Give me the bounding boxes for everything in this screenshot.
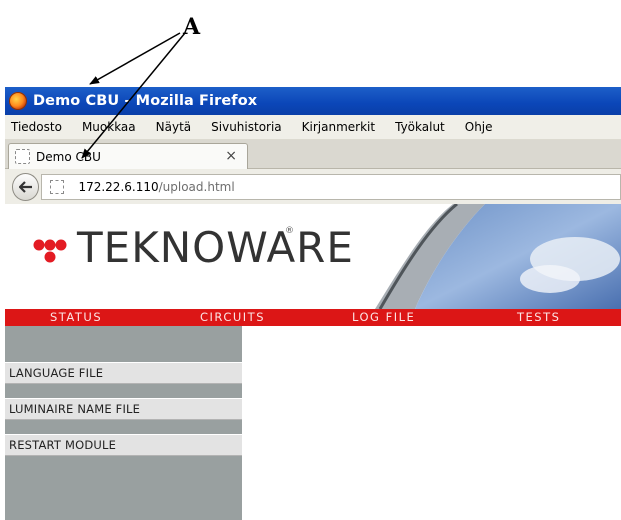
registered-mark: ®	[285, 226, 294, 236]
url-favicon-icon	[50, 180, 65, 194]
back-button[interactable]	[12, 173, 40, 201]
sidebar-item-label: LANGUAGE FILE	[9, 366, 104, 380]
logo-text: TEKNOWARE	[77, 223, 354, 272]
main-nav: STATUS CIRCUITS LOG FILE TESTS	[5, 309, 621, 326]
menu-nayta[interactable]: Näytä	[156, 120, 192, 134]
url-bar[interactable]: 172.22.6.110/upload.html	[41, 174, 621, 200]
tab-bar: Demo CBU ×	[5, 140, 621, 169]
navigation-bar: 172.22.6.110/upload.html	[5, 169, 621, 206]
menu-ohje[interactable]: Ohje	[465, 120, 493, 134]
web-page: TEKNOWARE ® STATUS CIRCUITS LOG FILE TES…	[5, 204, 621, 520]
annotation-label: A	[183, 14, 201, 40]
sidebar-item-label: RESTART MODULE	[9, 438, 117, 452]
browser-window: Demo CBU - Mozilla Firefox Tiedosto Muok…	[5, 87, 621, 520]
sidebar-item-language-file[interactable]: LANGUAGE FILE	[5, 362, 242, 384]
nav-circuits[interactable]: CIRCUITS	[200, 310, 265, 324]
sidebar-item-restart-module[interactable]: RESTART MODULE	[5, 434, 242, 456]
tab-label: Demo CBU	[36, 149, 101, 164]
sidebar-item-luminaire-name-file[interactable]: LUMINAIRE NAME FILE	[5, 398, 242, 420]
nav-log-file[interactable]: LOG FILE	[352, 310, 415, 324]
title-bar: Demo CBU - Mozilla Firefox	[5, 87, 621, 115]
firefox-icon[interactable]	[9, 92, 27, 110]
back-arrow-icon	[18, 181, 32, 193]
url-host: 172.22.6.110	[78, 180, 159, 194]
sidebar: LANGUAGE FILE LUMINAIRE NAME FILE RESTAR…	[5, 326, 242, 520]
tab-demo-cbu[interactable]: Demo CBU ×	[8, 143, 248, 169]
teknoware-logo-icon	[33, 239, 67, 263]
tab-close-icon[interactable]: ×	[225, 148, 237, 164]
window-title: Demo CBU - Mozilla Firefox	[33, 93, 258, 109]
nav-tests[interactable]: TESTS	[517, 310, 560, 324]
banner-graphic	[375, 204, 621, 309]
menu-tyokalut[interactable]: Työkalut	[395, 120, 445, 134]
menu-kirjanmerkit[interactable]: Kirjanmerkit	[302, 120, 375, 134]
page-favicon-icon	[15, 149, 30, 164]
menu-tiedosto[interactable]: Tiedosto	[11, 120, 62, 134]
menu-sivuhistoria[interactable]: Sivuhistoria	[211, 120, 282, 134]
menu-muokkaa[interactable]: Muokkaa	[82, 120, 136, 134]
sidebar-item-label: LUMINAIRE NAME FILE	[9, 402, 141, 416]
url-path: /upload.html	[158, 180, 235, 194]
nav-status[interactable]: STATUS	[50, 310, 102, 324]
annotation: A	[0, 0, 621, 85]
menu-bar: Tiedosto Muokkaa Näytä Sivuhistoria Kirj…	[5, 115, 621, 140]
teknoware-banner: TEKNOWARE ®	[5, 204, 621, 309]
